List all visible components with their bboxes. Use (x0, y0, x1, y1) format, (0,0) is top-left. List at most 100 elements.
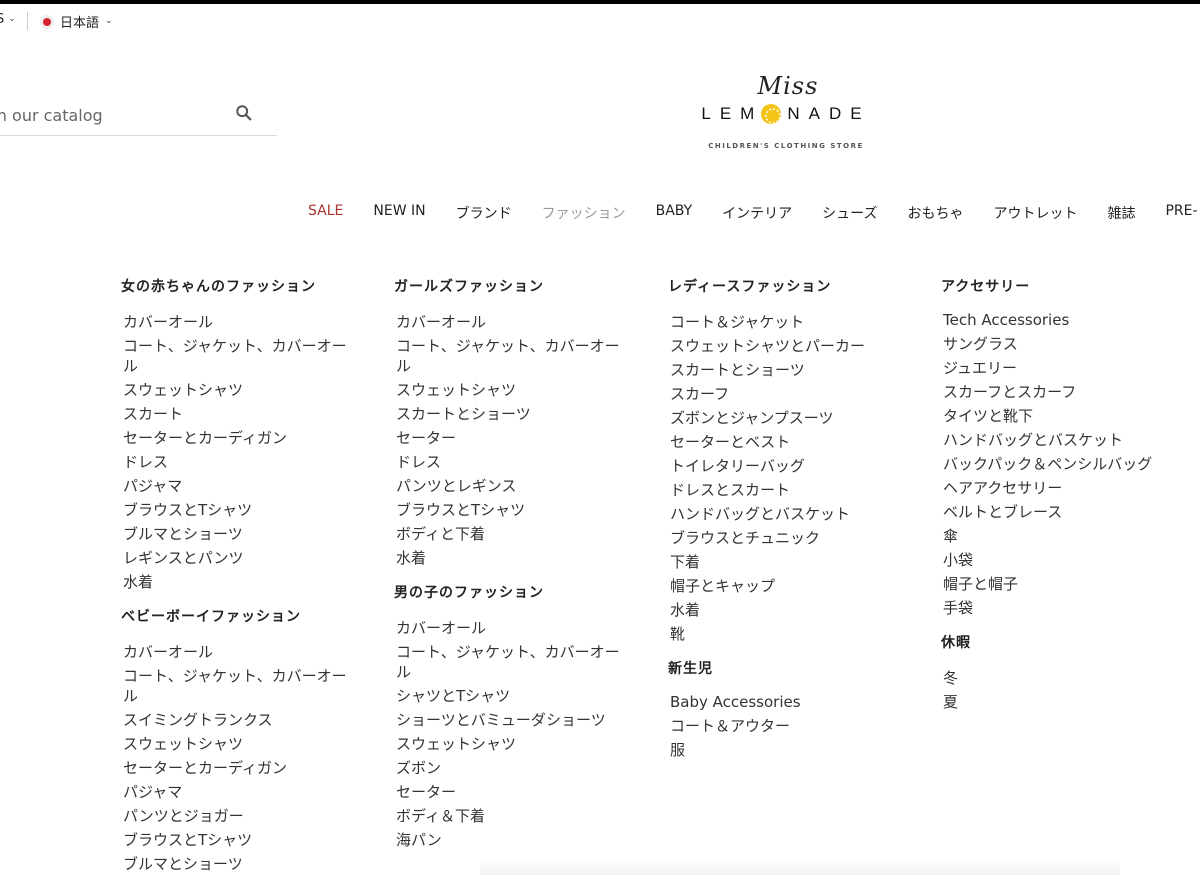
search-icon[interactable] (235, 104, 253, 122)
nav-item-shoes[interactable]: シューズ (822, 203, 877, 225)
logo-script-text: Miss (757, 72, 819, 100)
menu-link[interactable]: ハンドバッグとバスケット (941, 428, 1173, 452)
menu-link[interactable]: セーター (394, 426, 626, 450)
menu-link[interactable]: 靴 (668, 622, 900, 646)
menu-link[interactable]: Baby Accessories (668, 692, 900, 712)
menu-link[interactable]: ブラウスとTシャツ (394, 498, 626, 522)
menu-link[interactable]: スウェットシャツ (121, 378, 353, 402)
chevron-down-icon: ⌄ (8, 13, 16, 24)
menu-link[interactable]: レギンスとパンツ (121, 546, 353, 570)
nav-item-brands[interactable]: ブランド (456, 203, 512, 225)
menu-link[interactable]: バックパック＆ペンシルバッグ (941, 452, 1173, 476)
menu-link[interactable]: 夏 (941, 690, 1173, 714)
menu-link[interactable]: スカートとショーツ (668, 358, 900, 382)
menu-link[interactable]: パジャマ (121, 780, 353, 804)
menu-link[interactable]: コート、ジャケット、カバーオール (394, 642, 626, 682)
nav-item-outlet[interactable]: アウトレット (993, 203, 1077, 225)
language-label: 日本語 (60, 16, 100, 31)
menu-link[interactable]: 小袋 (941, 548, 1173, 572)
menu-section-title[interactable]: 新生児 (668, 658, 900, 678)
menu-link[interactable]: ベルトとブレース (941, 500, 1173, 524)
nav-item-sale[interactable]: SALE (308, 203, 343, 225)
menu-link[interactable]: ブラウスとTシャツ (121, 498, 353, 522)
menu-link[interactable]: カバーオール (121, 310, 353, 334)
menu-link[interactable]: コート＆アウター (668, 714, 900, 738)
menu-link[interactable]: ヘアアクセサリー (941, 476, 1173, 500)
menu-section-title[interactable]: アクセサリー (941, 276, 1173, 296)
menu-link[interactable]: コート、ジャケット、カバーオール (121, 666, 353, 706)
nav-item-interior[interactable]: インテリア (722, 203, 792, 225)
menu-link[interactable]: スウェットシャツ (394, 378, 626, 402)
menu-link[interactable]: セーター (394, 780, 626, 804)
menu-link[interactable]: ブラウスとTシャツ (121, 828, 353, 852)
menu-link[interactable]: スウェットシャツ (394, 732, 626, 756)
menu-link[interactable]: スカーフとスカーフ (941, 380, 1173, 404)
menu-link[interactable]: カバーオール (394, 616, 626, 640)
menu-link[interactable]: セーターとカーディガン (121, 756, 353, 780)
menu-link[interactable]: 海パン (394, 828, 626, 852)
nav-item-fashion[interactable]: ファッション (542, 203, 626, 225)
menu-link[interactable]: 帽子とキャップ (668, 574, 900, 598)
menu-link[interactable]: 水着 (121, 570, 353, 594)
menu-link[interactable]: 傘 (941, 524, 1173, 548)
menu-link[interactable]: 服 (668, 738, 900, 762)
menu-link[interactable]: スカートとショーツ (394, 402, 626, 426)
menu-link[interactable]: コート、ジャケット、カバーオール (121, 336, 353, 376)
menu-section-list: カバーオール コート、ジャケット、カバーオール シャツとTシャツ ショーツとバミューダ… (394, 616, 626, 852)
menu-link[interactable]: Tech Accessories (941, 310, 1173, 330)
menu-section-title[interactable]: ガールズファッション (394, 276, 626, 296)
menu-link[interactable]: サングラス (941, 332, 1173, 356)
nav-item-pre[interactable]: PRE- (1165, 203, 1197, 225)
menu-section-title[interactable]: 女の赤ちゃんのファッション (121, 276, 353, 296)
menu-link[interactable]: スウェットシャツとパーカー (668, 334, 900, 358)
menu-link[interactable]: ブルマとショーツ (121, 852, 353, 876)
menu-link[interactable]: カバーオール (121, 640, 353, 664)
store-logo[interactable]: Miss LEM NADE CHILDREN'S CLOTHING STORE (686, 72, 886, 156)
menu-link[interactable]: 冬 (941, 666, 1173, 690)
menu-link[interactable]: ジュエリー (941, 356, 1173, 380)
menu-link[interactable]: スカート (121, 402, 353, 426)
menu-section-title[interactable]: 休暇 (941, 632, 1173, 652)
menu-link[interactable]: ブラウスとチュニック (668, 526, 900, 550)
search-input[interactable] (0, 100, 228, 130)
menu-link[interactable]: ズボン (394, 756, 626, 780)
menu-link[interactable]: ドレス (121, 450, 353, 474)
menu-link[interactable]: トイレタリーバッグ (668, 454, 900, 478)
menu-link[interactable]: パンツとレギンス (394, 474, 626, 498)
menu-link[interactable]: コート、ジャケット、カバーオール (394, 336, 626, 376)
menu-link[interactable]: 手袋 (941, 596, 1173, 620)
menu-link[interactable]: ボディ＆下着 (394, 804, 626, 828)
menu-link[interactable]: セーターとベスト (668, 430, 900, 454)
menu-link[interactable]: 水着 (394, 546, 626, 570)
menu-link[interactable]: ズボンとジャンプスーツ (668, 406, 900, 430)
menu-link[interactable]: シャツとTシャツ (394, 684, 626, 708)
menu-link[interactable]: ボディと下着 (394, 522, 626, 546)
menu-link[interactable]: ブルマとショーツ (121, 522, 353, 546)
menu-section-title[interactable]: ベビーボーイファッション (121, 606, 353, 626)
menu-link[interactable]: カバーオール (394, 310, 626, 334)
menu-link[interactable]: パンツとジョガー (121, 804, 353, 828)
nav-item-magazine[interactable]: 雑誌 (1107, 203, 1135, 225)
menu-link[interactable]: コート＆ジャケット (668, 310, 900, 334)
language-selector[interactable]: 日本語 ⌄ (40, 12, 113, 31)
nav-item-toys[interactable]: おもちゃ (907, 203, 963, 225)
menu-link[interactable]: 下着 (668, 550, 900, 574)
menu-link[interactable]: セーターとカーディガン (121, 426, 353, 450)
divider (27, 12, 28, 30)
currency-selector[interactable]: S ⌄ (0, 12, 16, 27)
menu-link[interactable]: タイツと靴下 (941, 404, 1173, 428)
menu-link[interactable]: ドレスとスカート (668, 478, 900, 502)
menu-link[interactable]: ドレス (394, 450, 626, 474)
nav-item-new-in[interactable]: NEW IN (373, 203, 425, 225)
menu-link[interactable]: パジャマ (121, 474, 353, 498)
menu-section-title[interactable]: レディースファッション (668, 276, 900, 296)
menu-link[interactable]: ショーツとバミューダショーツ (394, 708, 626, 732)
menu-section-title[interactable]: 男の子のファッション (394, 582, 626, 602)
nav-item-baby[interactable]: BABY (656, 203, 693, 225)
menu-link[interactable]: 水着 (668, 598, 900, 622)
menu-link[interactable]: 帽子と帽子 (941, 572, 1173, 596)
menu-link[interactable]: スカーフ (668, 382, 900, 406)
menu-link[interactable]: ハンドバッグとバスケット (668, 502, 900, 526)
menu-link[interactable]: スイミングトランクス (121, 708, 353, 732)
menu-link[interactable]: スウェットシャツ (121, 732, 353, 756)
